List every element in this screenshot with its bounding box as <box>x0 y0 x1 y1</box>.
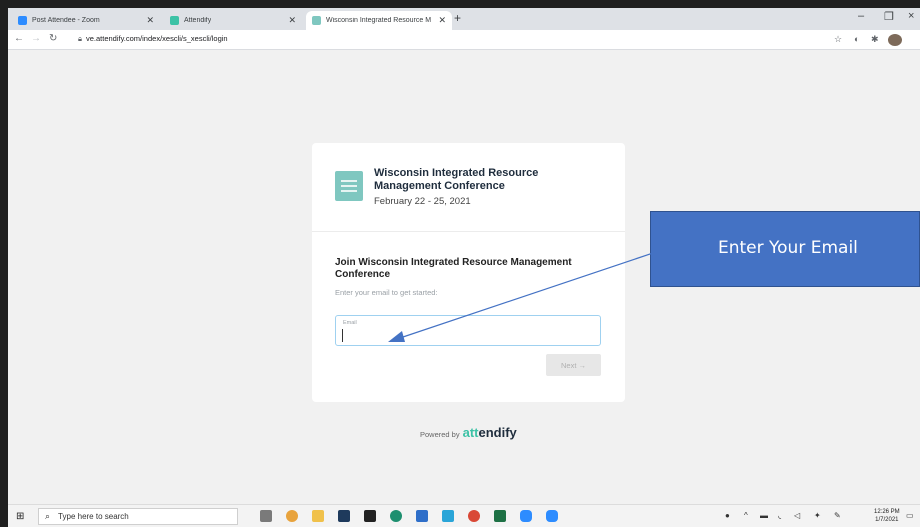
new-tab-button[interactable]: + <box>454 11 461 25</box>
tab-title: Attendify <box>184 17 212 24</box>
close-tab-icon[interactable]: ✕ <box>438 15 446 26</box>
attendify-icon <box>170 16 179 25</box>
avatar[interactable] <box>888 34 902 46</box>
battery-icon[interactable]: ▬ <box>760 511 768 520</box>
outlook-icon[interactable] <box>442 510 454 522</box>
puzzle-icon[interactable]: ✱ <box>871 34 879 45</box>
windows-start-icon[interactable]: ⊞ <box>16 511 24 522</box>
extension-icon[interactable]: ◐ <box>854 34 859 44</box>
browser-toolbar: ← → ↻ 🔒︎ ve.attendify.com/index/xescli/s_… <box>8 30 920 50</box>
notifications-icon[interactable]: ▭ <box>906 511 914 520</box>
conference-dates: February 22 - 25, 2021 <box>374 196 471 207</box>
tab-wisconsin[interactable]: Wisconsin Integrated Resource M ✕ <box>306 11 452 30</box>
email-label: Email <box>343 320 357 326</box>
conference-title: Wisconsin Integrated Resource Management… <box>374 167 539 192</box>
divider <box>312 231 625 232</box>
email-field[interactable]: Email <box>335 315 601 346</box>
callout-text: Enter Your Email <box>718 238 858 258</box>
taskbar-search[interactable]: ⌕ Type here to search <box>38 508 238 525</box>
app-icon[interactable] <box>338 510 350 522</box>
tab-zoom[interactable]: Post Attendee - Zoom ✕ <box>12 11 160 30</box>
volume-icon[interactable]: ◁ <box>794 511 800 520</box>
system-clock[interactable]: 12:26 PM 1/7/2021 <box>874 508 900 524</box>
close-tab-icon[interactable]: ✕ <box>146 15 154 26</box>
conference-icon <box>312 16 321 25</box>
email-input[interactable] <box>342 329 594 342</box>
people-icon[interactable]: ● <box>725 511 730 520</box>
edge-icon[interactable] <box>390 510 402 522</box>
join-heading: Join Wisconsin Integrated Resource Manag… <box>335 257 572 280</box>
maximize-button[interactable]: ❐ <box>884 10 894 23</box>
zoom-taskbar-icon[interactable] <box>520 510 532 522</box>
window-frame: Post Attendee - Zoom ✕ Attendify ✕ Wisco… <box>0 0 920 527</box>
close-window-button[interactable]: × <box>908 10 914 22</box>
search-icon: ⌕ <box>45 511 51 521</box>
tab-title: Wisconsin Integrated Resource M <box>326 17 432 24</box>
windows-taskbar: ⊞ ⌕ Type here to search ● ^ ▬ ◟ ◁ ✦ ✎ 12… <box>8 504 920 527</box>
task-view-icon[interactable] <box>260 510 272 522</box>
word-icon[interactable] <box>416 510 428 522</box>
tab-attendify[interactable]: Attendify ✕ <box>164 11 302 30</box>
bookmark-star-icon[interactable]: ☆ <box>834 34 842 45</box>
store-icon[interactable] <box>364 510 376 522</box>
back-icon[interactable]: ← <box>14 33 24 44</box>
next-button[interactable]: Next → <box>546 354 601 376</box>
zoom-taskbar-icon-2[interactable] <box>546 510 558 522</box>
attendify-logo[interactable]: attendify <box>463 425 517 440</box>
chevron-up-icon[interactable]: ^ <box>744 511 748 520</box>
dropbox-icon[interactable]: ✦ <box>814 511 821 520</box>
search-placeholder: Type here to search <box>58 512 129 521</box>
zoom-icon <box>18 16 27 25</box>
chrome-alt-icon[interactable] <box>468 510 480 522</box>
address-bar[interactable]: 🔒︎ ve.attendify.com/index/xescli/s_xescli… <box>78 34 228 44</box>
callout-box: Enter Your Email <box>650 211 920 287</box>
page-content: Wisconsin Integrated Resource Management… <box>8 51 920 504</box>
excel-icon[interactable] <box>494 510 506 522</box>
powered-by-text: Powered by <box>420 430 460 439</box>
join-subheading: Enter your email to get started: <box>335 288 438 297</box>
close-tab-icon[interactable]: ✕ <box>288 15 296 26</box>
lock-icon: 🔒︎ <box>78 34 82 43</box>
desktop-screen: Post Attendee - Zoom ✕ Attendify ✕ Wisco… <box>8 8 920 527</box>
browser-tab-bar: Post Attendee - Zoom ✕ Attendify ✕ Wisco… <box>8 8 920 30</box>
forward-icon[interactable]: → <box>31 33 41 44</box>
url-text: ve.attendify.com/index/xescli/s_xescli/l… <box>86 34 228 43</box>
powered-by: Powered by attendify <box>420 425 517 440</box>
minimize-button[interactable]: – <box>858 10 864 22</box>
pen-icon[interactable]: ✎ <box>834 511 841 520</box>
chrome-icon[interactable] <box>286 510 298 522</box>
login-card: Wisconsin Integrated Resource Management… <box>312 143 625 402</box>
reload-icon[interactable]: ↻ <box>49 33 57 44</box>
wifi-icon[interactable]: ◟ <box>778 511 781 520</box>
tab-title: Post Attendee - Zoom <box>32 17 100 24</box>
conference-logo <box>335 171 363 201</box>
file-explorer-icon[interactable] <box>312 510 324 522</box>
